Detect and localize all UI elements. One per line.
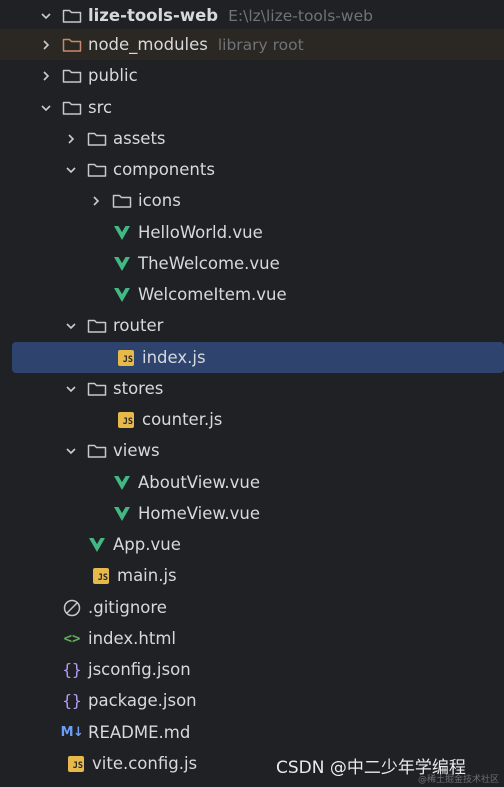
folder-icon xyxy=(62,36,82,54)
js-file-icon: JS xyxy=(91,567,111,585)
markdown-badge: M↓ xyxy=(60,725,84,740)
tree-item-label: HomeView.vue xyxy=(138,504,260,523)
tree-item-readme[interactable]: M↓ README.md xyxy=(0,717,504,748)
js-file-icon: JS xyxy=(116,411,136,429)
project-name: lize-tools-web xyxy=(88,6,219,25)
folder-icon xyxy=(112,192,132,210)
chevron-down-icon[interactable] xyxy=(63,443,79,459)
chevron-down-icon[interactable] xyxy=(63,162,79,178)
js-badge: JS xyxy=(68,755,84,772)
tree-item-helloworld[interactable]: HelloWorld.vue xyxy=(0,217,504,248)
vue-icon xyxy=(112,505,132,523)
tree-item-label: node_modules xyxy=(88,35,208,54)
vue-icon xyxy=(112,224,132,242)
tree-item-label: WelcomeItem.vue xyxy=(138,285,287,304)
js-badge: JS xyxy=(118,411,134,428)
tree-item-label: HelloWorld.vue xyxy=(138,223,263,242)
tree-item-label: App.vue xyxy=(113,535,181,554)
folder-icon xyxy=(62,67,82,85)
json-icon: {} xyxy=(62,660,82,679)
tree-item-label: assets xyxy=(113,129,166,148)
tree-item-src[interactable]: src xyxy=(0,92,504,123)
folder-icon xyxy=(62,99,82,117)
tree-item-main[interactable]: JS main.js xyxy=(0,560,504,591)
tree-item-router-index-selected[interactable]: JS index.js xyxy=(12,342,504,373)
library-root-hint: library root xyxy=(217,35,304,54)
tree-item-homeview[interactable]: HomeView.vue xyxy=(0,498,504,529)
tree-item-label: main.js xyxy=(117,566,177,585)
folder-icon xyxy=(87,380,107,398)
json-icon: {} xyxy=(62,691,82,710)
folder-icon xyxy=(62,7,82,25)
tree-item-label: router xyxy=(113,316,164,335)
chevron-down-icon[interactable] xyxy=(38,8,54,24)
tree-item-label: components xyxy=(113,160,215,179)
json-badge: {} xyxy=(62,691,82,710)
tree-item-index-html[interactable]: <> index.html xyxy=(0,623,504,654)
chevron-right-icon[interactable] xyxy=(88,193,104,209)
tree-item-label: index.js xyxy=(142,348,206,367)
tree-item-label: views xyxy=(113,441,160,460)
tree-item-label: index.html xyxy=(88,629,176,648)
tree-item-gitignore[interactable]: .gitignore xyxy=(0,592,504,623)
markdown-icon: M↓ xyxy=(60,724,84,742)
tree-item-label: TheWelcome.vue xyxy=(138,254,280,273)
folder-icon xyxy=(87,130,107,148)
vue-icon xyxy=(112,255,132,273)
folder-icon xyxy=(87,161,107,179)
tree-item-label: vite.config.js xyxy=(92,754,198,773)
tree-item-jsconfig[interactable]: {} jsconfig.json xyxy=(0,654,504,685)
watermark-small-text: @稀土掘金技术社区 xyxy=(418,775,500,785)
js-file-icon: JS xyxy=(116,349,136,367)
ignore-icon xyxy=(62,599,82,617)
folder-icon xyxy=(87,317,107,335)
tree-item-label: public xyxy=(88,66,138,85)
tree-item-components[interactable]: components xyxy=(0,154,504,185)
tree-item-router[interactable]: router xyxy=(0,310,504,341)
project-tree: lize-tools-web E:\lz\lize-tools-web node… xyxy=(0,0,504,787)
tree-item-label: counter.js xyxy=(142,410,223,429)
vue-icon xyxy=(112,474,132,492)
tree-item-label: README.md xyxy=(88,723,191,742)
chevron-right-icon[interactable] xyxy=(38,68,54,84)
tree-item-label: stores xyxy=(113,379,164,398)
tree-item-stores[interactable]: stores xyxy=(0,373,504,404)
tree-item-counter[interactable]: JS counter.js xyxy=(0,404,504,435)
project-path: E:\lz\lize-tools-web xyxy=(228,6,373,25)
folder-icon xyxy=(87,442,107,460)
tree-item-thewelcome[interactable]: TheWelcome.vue xyxy=(0,248,504,279)
tree-item-views[interactable]: views xyxy=(0,435,504,466)
tree-item-label: src xyxy=(88,98,113,117)
html-icon: <> xyxy=(62,630,82,648)
tree-item-node-modules[interactable]: node_modules library root xyxy=(0,29,504,60)
tree-item-label: AboutView.vue xyxy=(138,473,261,492)
vue-icon xyxy=(112,286,132,304)
tree-item-label: package.json xyxy=(88,691,197,710)
tree-item-root[interactable]: lize-tools-web E:\lz\lize-tools-web xyxy=(0,0,504,31)
html-badge: <> xyxy=(63,630,81,647)
tree-item-label: icons xyxy=(138,191,181,210)
chevron-right-icon[interactable] xyxy=(38,37,54,53)
js-badge: JS xyxy=(118,349,134,366)
tree-item-icons[interactable]: icons xyxy=(0,185,504,216)
tree-item-aboutview[interactable]: AboutView.vue xyxy=(0,467,504,498)
chevron-down-icon[interactable] xyxy=(38,100,54,116)
tree-item-package[interactable]: {} package.json xyxy=(0,685,504,716)
tree-item-public[interactable]: public xyxy=(0,60,504,91)
vue-icon xyxy=(87,536,107,554)
tree-item-app[interactable]: App.vue xyxy=(0,529,504,560)
chevron-down-icon[interactable] xyxy=(63,318,79,334)
tree-item-welcomeitem[interactable]: WelcomeItem.vue xyxy=(0,279,504,310)
chevron-right-icon[interactable] xyxy=(63,131,79,147)
json-badge: {} xyxy=(62,660,82,679)
js-badge: JS xyxy=(93,567,109,584)
tree-item-label: jsconfig.json xyxy=(88,660,191,679)
tree-item-label: .gitignore xyxy=(88,598,167,617)
js-file-icon: JS xyxy=(66,755,86,773)
chevron-down-icon[interactable] xyxy=(63,381,79,397)
tree-item-assets[interactable]: assets xyxy=(0,123,504,154)
